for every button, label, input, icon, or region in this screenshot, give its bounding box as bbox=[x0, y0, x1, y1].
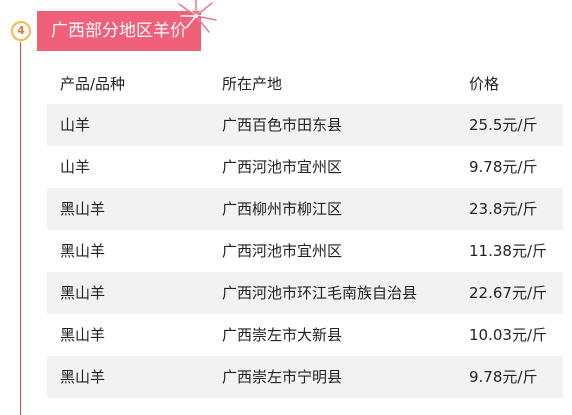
cell-price: 25.5元/斤 bbox=[469, 116, 538, 134]
table-row: 山羊 广西百色市田东县 25.5元/斤 bbox=[47, 104, 563, 146]
column-header-product: 产品/品种 bbox=[60, 75, 126, 93]
cell-origin: 广西百色市田东县 bbox=[222, 116, 343, 134]
cell-origin: 广西柳州市柳江区 bbox=[222, 200, 343, 218]
table-row: 山羊 广西河池市宜州区 9.78元/斤 bbox=[47, 146, 563, 188]
cell-origin: 广西崇左市宁明县 bbox=[222, 368, 343, 386]
cell-price: 22.67元/斤 bbox=[469, 284, 547, 302]
cell-price: 9.78元/斤 bbox=[469, 158, 538, 176]
firework-burst-icon bbox=[178, 0, 217, 33]
table-row: 黑山羊 广西河池市环江毛南族自治县 22.67元/斤 bbox=[47, 272, 563, 314]
table-header-row: 产品/品种 所在产地 价格 bbox=[47, 64, 563, 104]
column-header-origin: 所在产地 bbox=[222, 75, 283, 93]
table-row: 黑山羊 广西柳州市柳江区 23.8元/斤 bbox=[47, 188, 563, 230]
cell-origin: 广西崇左市大新县 bbox=[222, 326, 343, 344]
cell-product: 黑山羊 bbox=[60, 200, 106, 218]
column-header-price: 价格 bbox=[469, 75, 500, 93]
cell-price: 11.38元/斤 bbox=[469, 242, 547, 260]
price-table: 产品/品种 所在产地 价格 山羊 广西百色市田东县 25.5元/斤 山羊 广西河… bbox=[47, 64, 563, 398]
cell-origin: 广西河池市宜州区 bbox=[222, 158, 343, 176]
cell-product: 山羊 bbox=[60, 116, 91, 134]
cell-price: 10.03元/斤 bbox=[469, 326, 547, 344]
cell-product: 黑山羊 bbox=[60, 368, 106, 386]
cell-product: 山羊 bbox=[60, 158, 91, 176]
table-row: 黑山羊 广西崇左市大新县 10.03元/斤 bbox=[47, 314, 563, 356]
cell-origin: 广西河池市宜州区 bbox=[222, 242, 343, 260]
timeline-line bbox=[20, 42, 21, 415]
section-number-badge: 4 bbox=[11, 21, 31, 41]
cell-origin: 广西河池市环江毛南族自治县 bbox=[222, 284, 418, 302]
table-row: 黑山羊 广西崇左市宁明县 9.78元/斤 bbox=[47, 356, 563, 398]
cell-price: 23.8元/斤 bbox=[469, 200, 538, 218]
cell-product: 黑山羊 bbox=[60, 242, 106, 260]
table-row: 黑山羊 广西河池市宜州区 11.38元/斤 bbox=[47, 230, 563, 272]
cell-price: 9.78元/斤 bbox=[469, 368, 538, 386]
cell-product: 黑山羊 bbox=[60, 284, 106, 302]
cell-product: 黑山羊 bbox=[60, 326, 106, 344]
